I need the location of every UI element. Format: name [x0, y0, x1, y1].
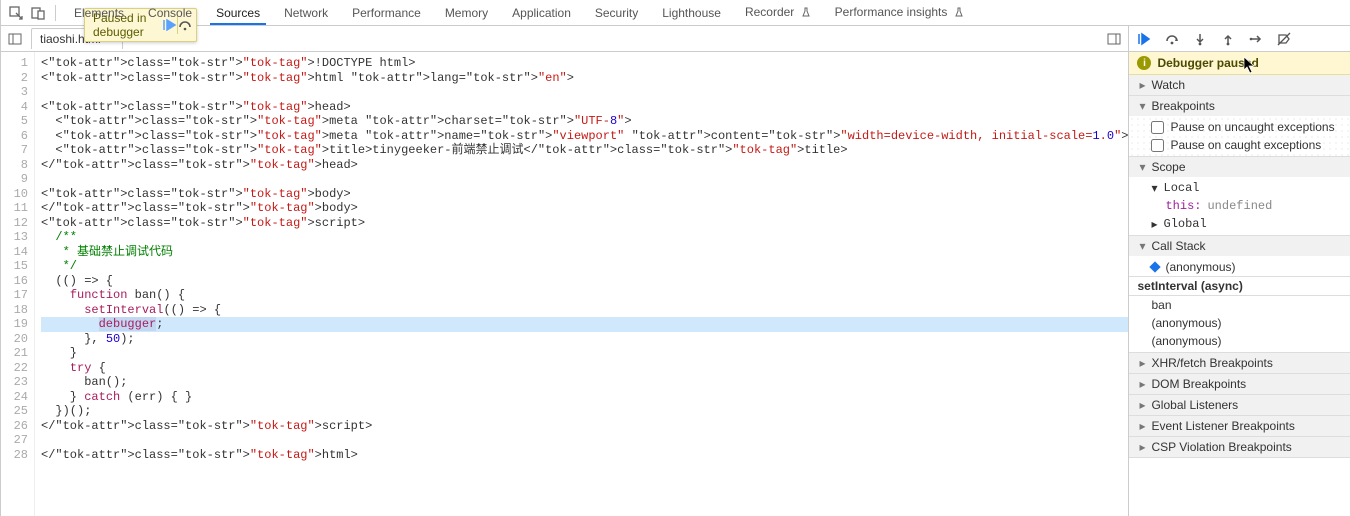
- step-out-button[interactable]: [1219, 30, 1237, 48]
- chevron-right-icon: [1137, 377, 1147, 391]
- code-area[interactable]: <"tok-attr">class="tok-str">"tok-tag">!D…: [35, 52, 1128, 516]
- watch-header[interactable]: Watch: [1129, 75, 1350, 95]
- pause-caught-checkbox[interactable]: Pause on caught exceptions: [1129, 136, 1350, 154]
- devtools-tabs: Elements Console Sources Network Perform…: [1, 0, 1350, 26]
- global-listeners-label: Global Listeners: [1151, 398, 1238, 412]
- chevron-right-icon: [1137, 419, 1147, 433]
- scope-local-label: Local: [1164, 181, 1200, 195]
- resume-button[interactable]: [1135, 30, 1153, 48]
- device-toolbar-icon[interactable]: [29, 4, 47, 22]
- tab-memory[interactable]: Memory: [435, 2, 498, 24]
- debugger-paused-banner: i Debugger paused: [1129, 52, 1350, 75]
- breakpoints-header[interactable]: Breakpoints: [1129, 96, 1350, 116]
- tab-performance[interactable]: Performance: [342, 2, 431, 24]
- debugger-paused-text: Debugger paused: [1157, 56, 1258, 70]
- callstack-frame-label: (anonymous): [1151, 316, 1221, 330]
- event-listeners-header[interactable]: Event Listener Breakpoints: [1129, 416, 1350, 436]
- pause-uncaught-input[interactable]: [1151, 121, 1164, 134]
- csp-label: CSP Violation Breakpoints: [1151, 440, 1291, 454]
- callstack-label: Call Stack: [1151, 239, 1205, 253]
- global-listeners-section: Global Listeners: [1129, 395, 1350, 416]
- divider: [55, 5, 56, 21]
- chevron-down-icon: [1137, 99, 1147, 113]
- dom-section: DOM Breakpoints: [1129, 374, 1350, 395]
- callstack-frame[interactable]: ban: [1129, 296, 1350, 314]
- tab-lighthouse[interactable]: Lighthouse: [652, 2, 731, 24]
- scope-label: Scope: [1151, 160, 1185, 174]
- tab-recorder[interactable]: Recorder: [735, 1, 821, 24]
- scope-this-value: undefined: [1207, 199, 1272, 213]
- step-over-button[interactable]: [1163, 30, 1181, 48]
- debugger-pane: i Debugger paused Watch Breakpoints: [1129, 26, 1350, 516]
- csp-header[interactable]: CSP Violation Breakpoints: [1129, 437, 1350, 457]
- pause-uncaught-checkbox[interactable]: Pause on uncaught exceptions: [1129, 118, 1350, 136]
- tab-elements[interactable]: Elements: [64, 2, 134, 24]
- chevron-down-icon: [1137, 239, 1147, 253]
- sources-editor-pane: tiaoshi.html × 1234567891011121314151617…: [1, 26, 1129, 516]
- xhr-header[interactable]: XHR/fetch Breakpoints: [1129, 353, 1350, 373]
- global-listeners-header[interactable]: Global Listeners: [1129, 395, 1350, 415]
- toggle-navigator-icon[interactable]: [5, 29, 25, 49]
- code-editor[interactable]: 1234567891011121314151617181920212223242…: [1, 52, 1128, 516]
- dom-label: DOM Breakpoints: [1151, 377, 1246, 391]
- pause-caught-input[interactable]: [1151, 139, 1164, 152]
- callstack-frame[interactable]: (anonymous): [1129, 332, 1350, 350]
- callstack-frame-label: (anonymous): [1151, 334, 1221, 348]
- chevron-down-icon: [1137, 160, 1147, 174]
- tab-perfinsights-label: Performance insights: [835, 5, 948, 19]
- deactivate-breakpoints-button[interactable]: [1275, 30, 1293, 48]
- flask-icon: [801, 6, 811, 20]
- tab-application[interactable]: Application: [502, 2, 581, 24]
- step-into-button[interactable]: [1191, 30, 1209, 48]
- tab-network[interactable]: Network: [274, 2, 338, 24]
- tab-security[interactable]: Security: [585, 2, 648, 24]
- dom-header[interactable]: DOM Breakpoints: [1129, 374, 1350, 394]
- xhr-label: XHR/fetch Breakpoints: [1151, 356, 1272, 370]
- watch-section: Watch: [1129, 75, 1350, 96]
- tab-performance-insights[interactable]: Performance insights: [825, 1, 974, 24]
- scope-section: Scope Local this: undefined Global: [1129, 157, 1350, 236]
- chevron-right-icon: [1137, 356, 1147, 370]
- xhr-section: XHR/fetch Breakpoints: [1129, 353, 1350, 374]
- scope-global-row[interactable]: Global: [1129, 215, 1350, 233]
- devtools-panel: Elements Console Sources Network Perform…: [0, 0, 1350, 516]
- scope-header[interactable]: Scope: [1129, 157, 1350, 177]
- chevron-right-icon: [1137, 78, 1147, 92]
- line-gutter: 1234567891011121314151617181920212223242…: [1, 52, 35, 516]
- scope-this-label: this:: [1165, 199, 1201, 213]
- tab-sources[interactable]: Sources: [206, 2, 270, 24]
- event-listeners-section: Event Listener Breakpoints: [1129, 416, 1350, 437]
- chevron-down-icon: [1151, 181, 1157, 195]
- tab-console[interactable]: Console: [138, 2, 202, 24]
- debugger-toolbar: [1129, 26, 1350, 52]
- callstack-frame-active[interactable]: (anonymous): [1129, 258, 1350, 276]
- callstack-header[interactable]: Call Stack: [1129, 236, 1350, 256]
- callstack-section: Call Stack (anonymous) setInterval (asyn…: [1129, 236, 1350, 353]
- csp-section: CSP Violation Breakpoints: [1129, 437, 1350, 458]
- scope-global-label: Global: [1164, 217, 1207, 231]
- step-button[interactable]: [1247, 30, 1265, 48]
- chevron-right-icon: [1137, 398, 1147, 412]
- chevron-right-icon: [1151, 217, 1157, 231]
- breakpoints-section: Breakpoints Pause on uncaught exceptions…: [1129, 96, 1350, 157]
- scope-this-row: this: undefined: [1129, 197, 1350, 215]
- tab-recorder-label: Recorder: [745, 5, 794, 19]
- active-frame-icon: [1150, 261, 1161, 272]
- flask-icon: [954, 6, 964, 20]
- scope-local-row[interactable]: Local: [1129, 179, 1350, 197]
- callstack-frame-label: ban: [1151, 298, 1171, 312]
- inspect-element-icon[interactable]: [7, 4, 25, 22]
- pause-caught-label: Pause on caught exceptions: [1170, 138, 1321, 152]
- breakpoints-label: Breakpoints: [1151, 99, 1214, 113]
- callstack-frame[interactable]: (anonymous): [1129, 314, 1350, 332]
- watch-label: Watch: [1151, 78, 1185, 92]
- toggle-details-icon[interactable]: [1104, 29, 1124, 49]
- callstack-async-header: setInterval (async): [1129, 276, 1350, 296]
- chevron-right-icon: [1137, 440, 1147, 454]
- info-icon: i: [1137, 56, 1151, 70]
- pause-uncaught-label: Pause on uncaught exceptions: [1170, 120, 1334, 134]
- callstack-frame-label: (anonymous): [1165, 260, 1235, 274]
- event-listeners-label: Event Listener Breakpoints: [1151, 419, 1294, 433]
- sources-main: tiaoshi.html × 1234567891011121314151617…: [1, 26, 1350, 516]
